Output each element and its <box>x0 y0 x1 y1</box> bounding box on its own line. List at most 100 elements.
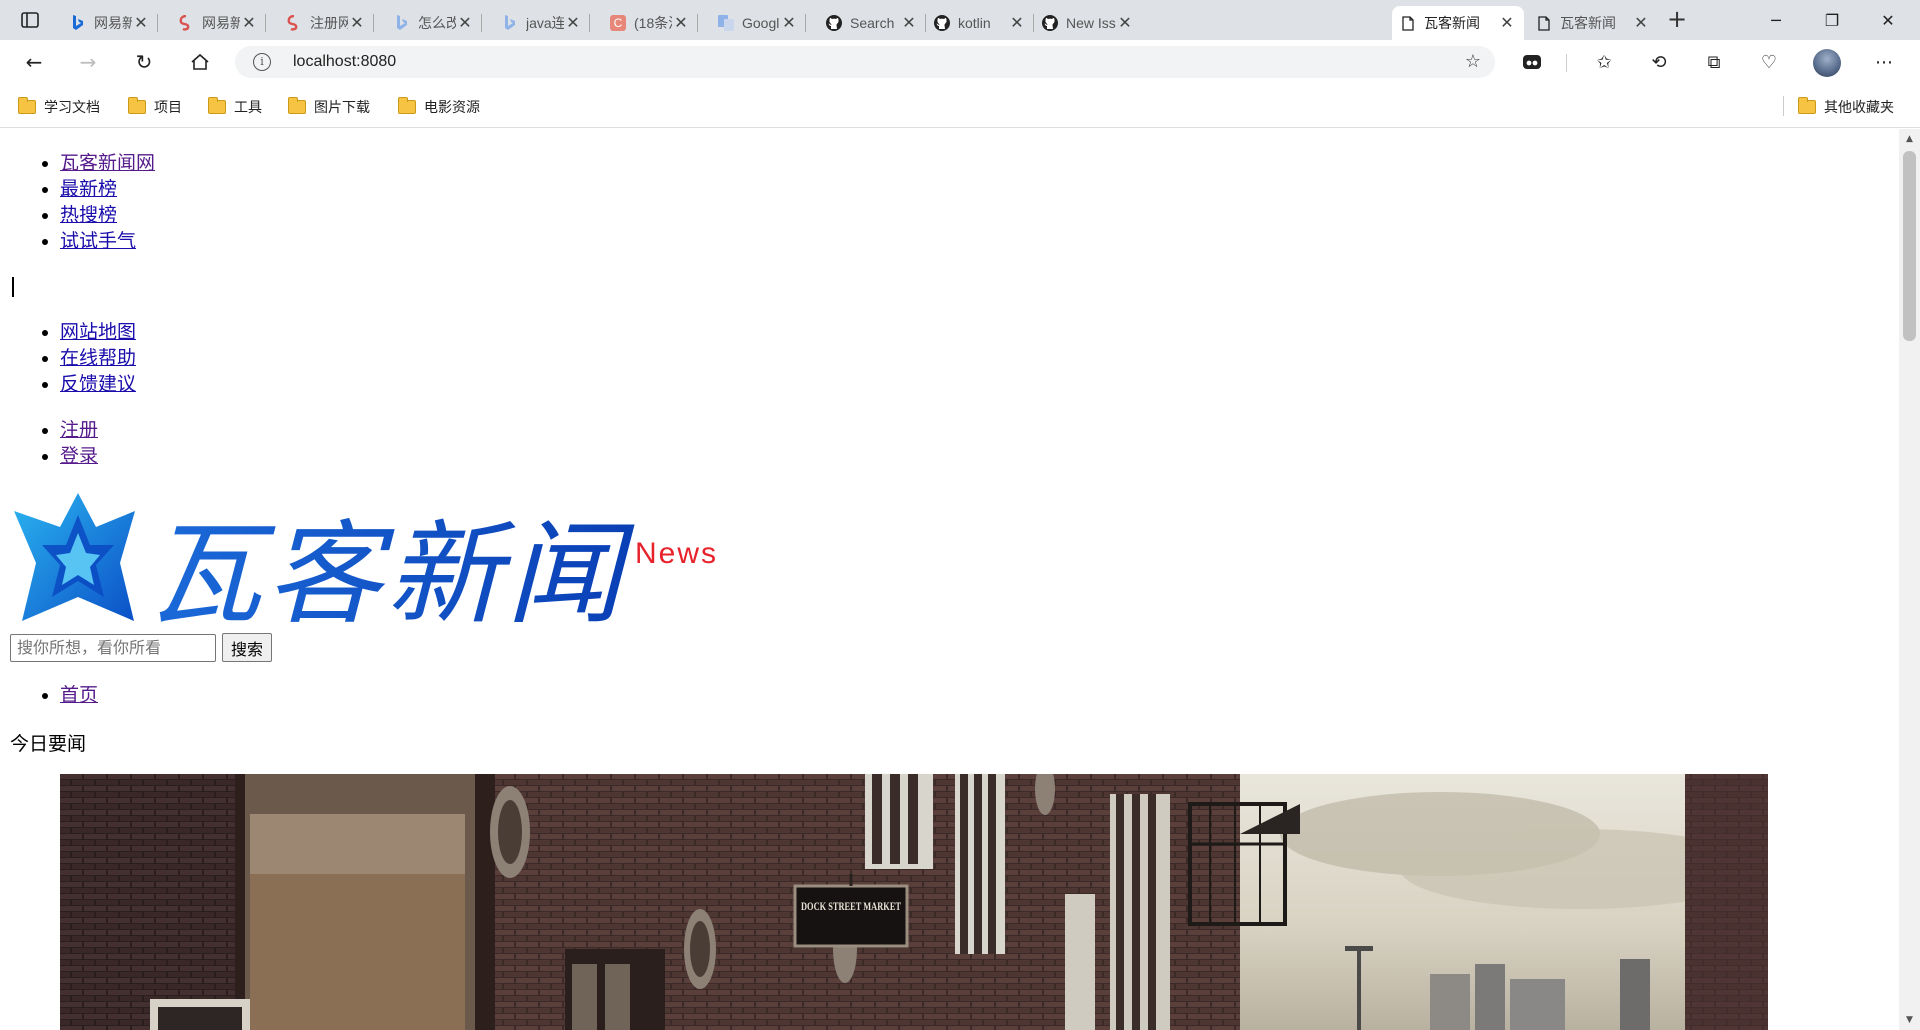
folder-icon <box>18 97 36 114</box>
search-button[interactable]: 搜索 <box>222 633 273 662</box>
online-help-link[interactable]: 在线帮助 <box>60 347 136 369</box>
scroll-down-arrow[interactable]: ▼ <box>1899 1012 1920 1028</box>
tab-2[interactable]: 注册网易 ✕ <box>278 6 374 40</box>
folder-icon <box>1798 97 1816 114</box>
history-icon[interactable]: ⟲ <box>1645 50 1673 74</box>
scroll-up-arrow[interactable]: ▲ <box>1899 131 1920 147</box>
close-icon[interactable]: ✕ <box>1498 13 1516 33</box>
tab-11[interactable]: 瓦客新闻 ✕ <box>1528 6 1658 40</box>
netease-icon <box>178 15 194 31</box>
page-viewport: 瓦客新闻网 最新榜 热搜榜 试试手气 网站地图 在线帮助 反馈建议 注册 登录 <box>0 129 1920 1030</box>
github-icon <box>934 15 950 31</box>
bookmark-folder[interactable]: 学习文档 <box>18 96 100 118</box>
list-item: 最新榜 <box>60 176 155 202</box>
address-bar[interactable]: i localhost:8080 ☆ <box>235 46 1495 78</box>
search-form: 搜索 <box>10 633 273 662</box>
tab-title: 瓦客新闻 <box>1560 15 1616 31</box>
close-icon[interactable]: ✕ <box>240 13 258 33</box>
tab-8[interactable]: kotlin ✕ <box>926 6 1034 40</box>
refresh-button[interactable]: ↻ <box>128 48 160 76</box>
tab-7[interactable]: Search ✕ <box>818 6 926 40</box>
close-icon[interactable]: ✕ <box>672 13 690 33</box>
list-item: 注册 <box>60 417 98 443</box>
feedback-link[interactable]: 反馈建议 <box>60 373 136 395</box>
tab-1[interactable]: 网易新闻 ✕ <box>170 6 266 40</box>
tab-4[interactable]: java连接 ✕ <box>494 6 590 40</box>
tab-title: 瓦客新闻 <box>1424 15 1480 31</box>
add-favorite-icon[interactable]: ☆ <box>1465 51 1481 72</box>
tab-5[interactable]: C (18条消 ✕ <box>602 6 698 40</box>
csdn-icon: C <box>610 15 626 31</box>
translate-icon <box>718 15 734 31</box>
latest-rank-link[interactable]: 最新榜 <box>60 178 117 200</box>
headline-photo[interactable]: DOCK STREET MARKET <box>60 774 1768 1030</box>
close-icon[interactable]: ✕ <box>1116 13 1134 33</box>
extension-icon[interactable] <box>1518 50 1546 74</box>
tab-0[interactable]: 网易新闻 ✕ <box>62 6 158 40</box>
close-icon[interactable]: ✕ <box>132 13 150 33</box>
bookmark-folder[interactable]: 项目 <box>128 96 182 118</box>
top-nav-list: 瓦客新闻网 最新榜 热搜榜 试试手气 <box>10 150 155 254</box>
page-icon <box>1400 15 1416 31</box>
tab-6[interactable]: Google ✕ <box>710 6 806 40</box>
folder-icon <box>398 97 416 114</box>
performance-icon[interactable]: ♡ <box>1755 50 1783 74</box>
tab-title: Google <box>742 15 780 31</box>
tab-title: New Iss <box>1066 15 1116 31</box>
collections-icon[interactable]: ⧉ <box>1700 50 1728 74</box>
tab-9[interactable]: New Iss ✕ <box>1034 6 1142 40</box>
site-logo[interactable]: 瓦客新闻 News <box>10 493 726 627</box>
tab-title: java连接 <box>526 15 564 31</box>
tab-title: 怎么改 <box>418 15 456 31</box>
other-bookmarks-folder[interactable]: 其他收藏夹 <box>1798 96 1894 118</box>
photo-sign-text: DOCK STREET MARKET <box>801 899 901 913</box>
favorites-icon[interactable]: ✩ <box>1590 50 1618 74</box>
url-text[interactable]: localhost:8080 <box>293 53 396 71</box>
hot-search-link[interactable]: 热搜榜 <box>60 204 117 226</box>
restore-button[interactable]: ❐ <box>1806 0 1858 40</box>
bookmark-folder[interactable]: 图片下载 <box>288 96 370 118</box>
vertical-scrollbar[interactable]: ▲ ▼ <box>1899 129 1920 1030</box>
close-icon[interactable]: ✕ <box>1008 13 1026 33</box>
close-icon[interactable]: ✕ <box>348 13 366 33</box>
tab-title: Search <box>850 15 895 31</box>
bookmarks-bar: 学习文档 项目 工具 图片下载 电影资源 其他收藏夹 <box>0 84 1920 128</box>
page-icon <box>1536 15 1552 31</box>
close-icon[interactable]: ✕ <box>564 13 582 33</box>
bookmark-folder[interactable]: 工具 <box>208 96 262 118</box>
scrollbar-thumb[interactable] <box>1903 151 1916 341</box>
minimize-button[interactable]: ─ <box>1750 0 1802 40</box>
try-luck-link[interactable]: 试试手气 <box>60 230 136 252</box>
close-window-button[interactable]: ✕ <box>1862 0 1914 40</box>
avatar[interactable] <box>1813 49 1841 77</box>
text-cursor <box>12 277 14 297</box>
info-icon[interactable]: i <box>253 53 271 71</box>
back-button[interactable]: ← <box>18 48 50 76</box>
forward-button[interactable]: → <box>72 48 104 76</box>
register-link[interactable]: 注册 <box>60 419 98 441</box>
bookmark-folder[interactable]: 电影资源 <box>398 96 480 118</box>
tab-3[interactable]: 怎么改 ✕ <box>386 6 482 40</box>
new-tab-button[interactable]: + <box>1660 6 1694 34</box>
tab-title: kotlin <box>958 15 991 31</box>
more-menu-icon[interactable]: ⋯ <box>1870 50 1898 74</box>
home-button[interactable] <box>184 48 216 76</box>
tab-actions-icon[interactable] <box>12 6 48 34</box>
tab-title: (18条消 <box>634 15 672 31</box>
login-link[interactable]: 登录 <box>60 445 98 467</box>
close-icon[interactable]: ✕ <box>456 13 474 33</box>
close-icon[interactable]: ✕ <box>900 13 918 33</box>
tab-10-active[interactable]: 瓦客新闻 ✕ <box>1392 6 1524 40</box>
tab-title: 网易新闻 <box>202 15 240 31</box>
search-input[interactable] <box>10 633 216 662</box>
section-title: 今日要闻 <box>10 733 87 755</box>
close-icon[interactable]: ✕ <box>1632 13 1650 33</box>
home-link[interactable]: 首页 <box>60 684 98 706</box>
home-site-link[interactable]: 瓦客新闻网 <box>60 152 155 174</box>
list-item: 网站地图 <box>60 319 136 345</box>
close-icon[interactable]: ✕ <box>780 13 798 33</box>
site-map-link[interactable]: 网站地图 <box>60 321 136 343</box>
help-links-list: 网站地图 在线帮助 反馈建议 <box>10 319 136 397</box>
github-icon <box>826 15 842 31</box>
logo-emblem <box>14 493 135 621</box>
